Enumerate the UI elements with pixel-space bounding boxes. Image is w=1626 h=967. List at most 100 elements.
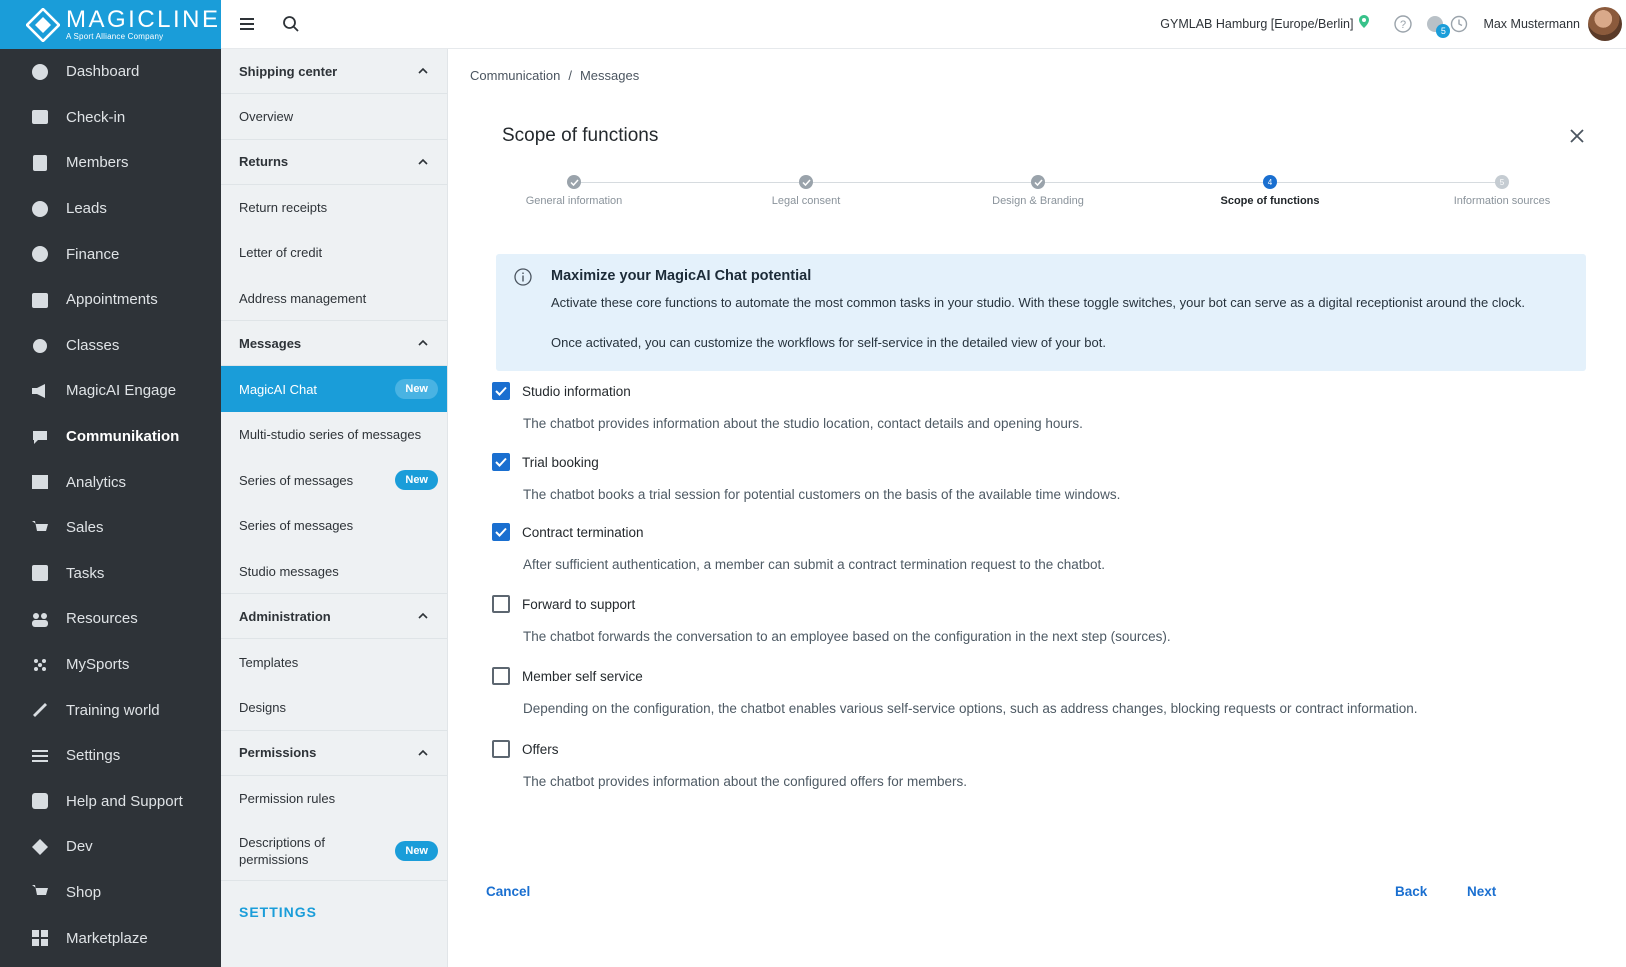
sub-item-templates[interactable]: Templates bbox=[221, 639, 447, 685]
option-label[interactable]: Studio information bbox=[522, 384, 631, 399]
sub-item-address-management[interactable]: Address management bbox=[221, 276, 447, 322]
chevron-up-icon[interactable] bbox=[417, 747, 429, 759]
avatar[interactable] bbox=[1588, 7, 1622, 41]
step-general-information[interactable]: General information bbox=[488, 174, 660, 207]
nav-item-finance[interactable]: Finance bbox=[0, 231, 221, 277]
section-administration[interactable]: Administration bbox=[221, 594, 447, 640]
sub-item-label: Return receipts bbox=[239, 199, 328, 215]
option-label[interactable]: Offers bbox=[522, 742, 559, 757]
nav-item-training-world[interactable]: Training world bbox=[0, 687, 221, 733]
check-icon bbox=[1031, 175, 1045, 189]
sub-item-label: Multi-studio series of messages bbox=[239, 427, 422, 443]
section-title: Shipping center bbox=[239, 63, 338, 79]
nav-item-resources[interactable]: Resources bbox=[0, 596, 221, 642]
megaphone-icon bbox=[30, 381, 50, 401]
dev-icon bbox=[30, 837, 50, 857]
nav-item-appointments[interactable]: Appointments bbox=[0, 277, 221, 323]
appointments-icon bbox=[30, 290, 50, 310]
search-icon[interactable] bbox=[279, 12, 303, 36]
settings-icon bbox=[30, 746, 50, 766]
sub-item-studio-messages[interactable]: Studio messages bbox=[221, 549, 447, 595]
nav-item-classes[interactable]: Classes bbox=[0, 323, 221, 369]
section-messages[interactable]: Messages bbox=[221, 321, 447, 367]
nav-item-members[interactable]: Members bbox=[0, 140, 221, 186]
nav-item-dev[interactable]: Dev bbox=[0, 824, 221, 870]
sub-item-permission-rules[interactable]: Permission rules bbox=[221, 776, 447, 822]
nav-item-leads[interactable]: Leads bbox=[0, 186, 221, 232]
sub-item-label: Letter of credit bbox=[239, 245, 323, 261]
location-pin-icon bbox=[1359, 15, 1370, 33]
option-description: The chatbot provides information about t… bbox=[523, 774, 967, 789]
sub-item-letter-of-credit[interactable]: Letter of credit bbox=[221, 230, 447, 276]
info-text: Activate these core functions to automat… bbox=[551, 295, 1526, 310]
step-label: Scope of functions bbox=[1220, 195, 1320, 207]
nav-item-dashboard[interactable]: Dashboard bbox=[0, 49, 221, 95]
breadcrumb-communication[interactable]: Communication bbox=[470, 68, 560, 83]
sub-navigation: Shipping center Overview Returns Return … bbox=[221, 49, 448, 967]
nav-item-label: Check-in bbox=[66, 108, 126, 126]
help-icon[interactable]: ? bbox=[1391, 12, 1415, 36]
close-icon[interactable] bbox=[1568, 127, 1586, 145]
next-button[interactable]: Next bbox=[1467, 884, 1496, 899]
option-label[interactable]: Forward to support bbox=[522, 597, 635, 612]
brand-logo[interactable]: MAGICLINE A Sport Alliance Company bbox=[0, 0, 221, 49]
option-label[interactable]: Trial booking bbox=[522, 455, 599, 470]
settings-link[interactable]: SETTINGS bbox=[221, 881, 447, 943]
option-label[interactable]: Member self service bbox=[522, 669, 643, 684]
nav-item-sales[interactable]: Sales bbox=[0, 505, 221, 551]
nav-item-shop[interactable]: Shop bbox=[0, 870, 221, 916]
nav-item-label: MagicAI Engage bbox=[66, 382, 177, 400]
checkbox[interactable] bbox=[492, 740, 510, 758]
check-icon bbox=[799, 175, 813, 189]
nav-item-analytics[interactable]: Analytics bbox=[0, 459, 221, 505]
sub-item-magicai-chat[interactable]: MagicAI Chat New bbox=[221, 366, 447, 412]
nav-item-magicai-engage[interactable]: MagicAI Engage bbox=[0, 368, 221, 414]
nav-item-check-in[interactable]: Check-in bbox=[0, 95, 221, 141]
back-button[interactable]: Back bbox=[1395, 884, 1427, 899]
checkbox[interactable] bbox=[492, 595, 510, 613]
section-title: Messages bbox=[239, 335, 302, 351]
step-design-branding[interactable]: Design & Branding bbox=[952, 174, 1124, 207]
checkmark-icon bbox=[495, 527, 507, 537]
sub-item-multi-studio-series[interactable]: Multi-studio series of messages bbox=[221, 412, 447, 458]
sub-item-series-of-messages[interactable]: Series of messages bbox=[221, 503, 447, 549]
nav-item-mysports[interactable]: MySports bbox=[0, 642, 221, 688]
section-permissions[interactable]: Permissions bbox=[221, 731, 447, 776]
sub-item-overview[interactable]: Overview bbox=[221, 94, 447, 140]
studio-selector[interactable]: GYMLAB Hamburg [Europe/Berlin] bbox=[1160, 17, 1353, 31]
nav-item-communikation[interactable]: Communikation bbox=[0, 414, 221, 460]
section-returns[interactable]: Returns bbox=[221, 140, 447, 185]
chevron-up-icon[interactable] bbox=[417, 610, 429, 622]
chevron-up-icon[interactable] bbox=[417, 337, 429, 349]
checkbox[interactable] bbox=[492, 382, 510, 400]
checkbox[interactable] bbox=[492, 453, 510, 471]
option-description: The chatbot forwards the conversation to… bbox=[523, 629, 1171, 644]
step-marker: 5 bbox=[1495, 175, 1509, 189]
page-title: Scope of functions bbox=[502, 125, 659, 146]
notifications-icon[interactable]: 5 bbox=[1423, 12, 1451, 38]
sub-item-return-receipts[interactable]: Return receipts bbox=[221, 185, 447, 231]
nav-item-marketplaze[interactable]: Marketplaze bbox=[0, 915, 221, 961]
breadcrumb-messages[interactable]: Messages bbox=[580, 68, 639, 83]
cart-icon bbox=[30, 518, 50, 538]
chevron-up-icon[interactable] bbox=[417, 156, 429, 168]
breadcrumb-separator: / bbox=[568, 68, 572, 83]
chevron-up-icon[interactable] bbox=[417, 65, 429, 77]
nav-item-label: Shop bbox=[66, 883, 102, 901]
nav-item-tasks[interactable]: Tasks bbox=[0, 551, 221, 597]
hamburger-menu-icon[interactable] bbox=[235, 12, 259, 36]
option-label[interactable]: Contract termination bbox=[522, 525, 644, 540]
step-legal-consent[interactable]: Legal consent bbox=[720, 174, 892, 207]
sub-item-series-of-messages-new[interactable]: Series of messages New bbox=[221, 458, 447, 504]
step-label: Design & Branding bbox=[992, 195, 1084, 207]
checkbox[interactable] bbox=[492, 523, 510, 541]
user-name[interactable]: Max Mustermann bbox=[1483, 17, 1580, 31]
nav-item-settings[interactable]: Settings bbox=[0, 733, 221, 779]
clock-icon[interactable] bbox=[1447, 12, 1471, 36]
sub-item-descriptions-of-permissions[interactable]: Descriptions of permissions New bbox=[221, 821, 447, 882]
nav-item-help-and-support[interactable]: Help and Support bbox=[0, 779, 221, 825]
cancel-button[interactable]: Cancel bbox=[486, 884, 530, 899]
section-shipping-center[interactable]: Shipping center bbox=[221, 49, 447, 94]
checkbox[interactable] bbox=[492, 667, 510, 685]
sub-item-designs[interactable]: Designs bbox=[221, 685, 447, 731]
